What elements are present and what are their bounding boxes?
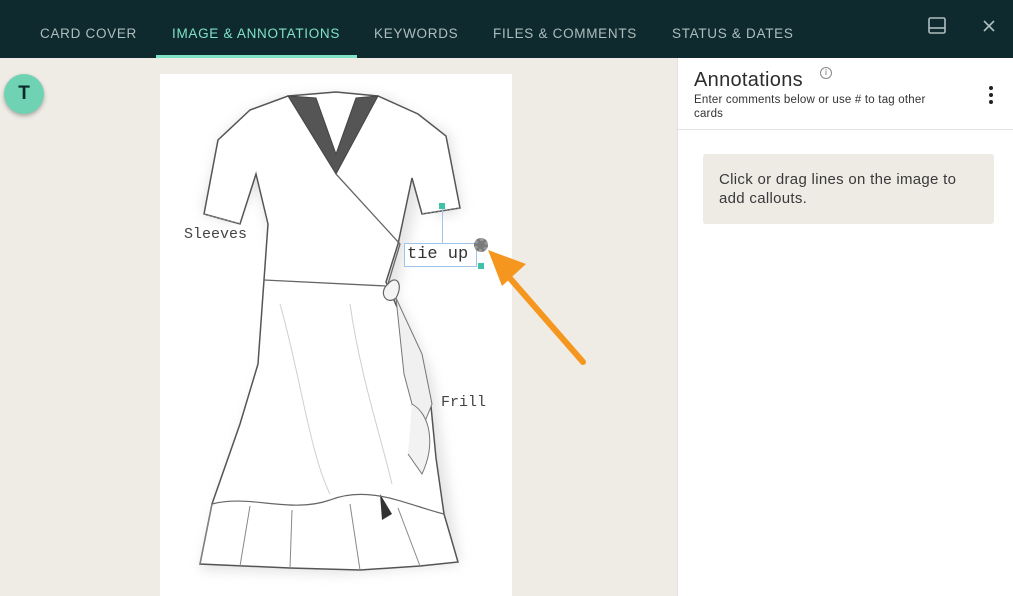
image-canvas[interactable]: T Sleeves Frill tie up (0, 58, 677, 596)
info-icon[interactable]: i (820, 67, 832, 79)
annotation-hint: Click or drag lines on the image to add … (703, 154, 994, 224)
panel-header: Annotations i Enter comments below or us… (678, 58, 1013, 130)
tab-image-annotations[interactable]: IMAGE & ANNOTATIONS (155, 0, 358, 58)
tab-bar: CARD COVER IMAGE & ANNOTATIONS KEYWORDS … (0, 0, 1013, 58)
tab-card-cover[interactable]: CARD COVER (40, 0, 137, 58)
tab-keywords[interactable]: KEYWORDS (374, 0, 458, 58)
arrow-pointer-icon (488, 250, 586, 365)
tab-status-dates[interactable]: STATUS & DATES (672, 0, 794, 58)
tab-files-comments[interactable]: FILES & COMMENTS (493, 0, 637, 58)
close-icon[interactable] (979, 16, 999, 36)
panel-layout-icon[interactable] (927, 16, 947, 36)
annotations-panel: Annotations i Enter comments below or us… (677, 58, 1013, 596)
panel-subtitle: Enter comments below or use # to tag oth… (694, 94, 926, 120)
panel-title: Annotations (694, 69, 803, 91)
more-options-icon[interactable] (983, 84, 999, 106)
